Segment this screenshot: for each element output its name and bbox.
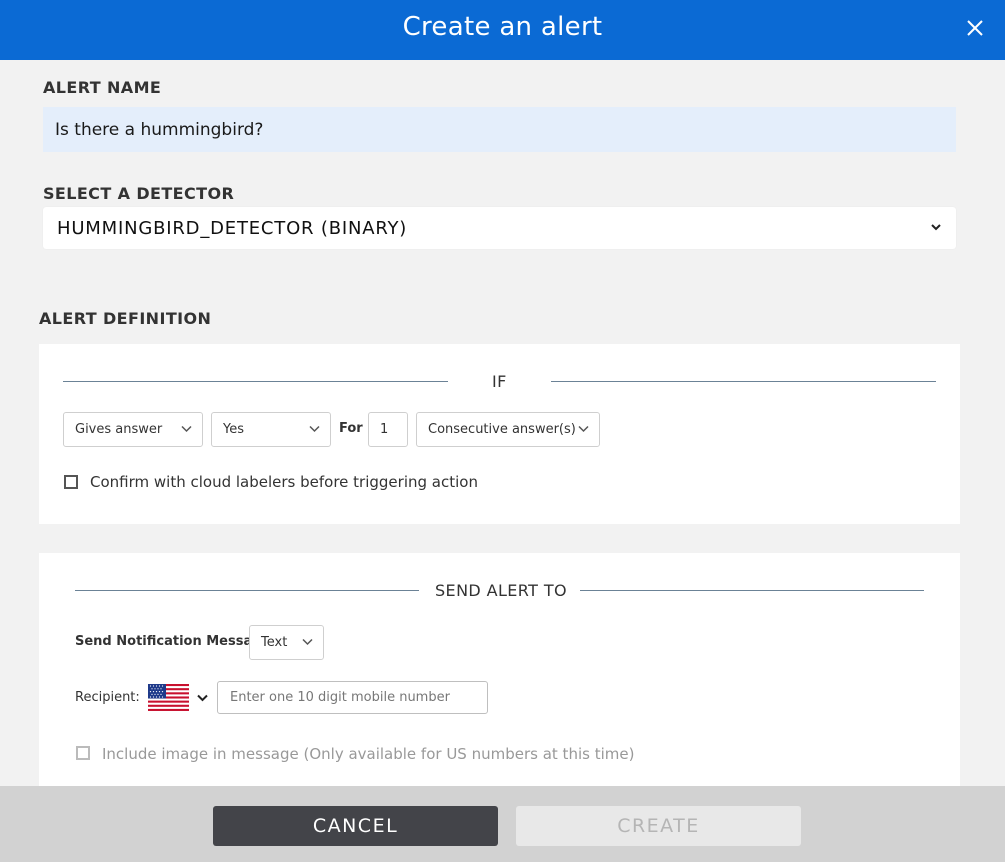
country-chevron-down-icon[interactable]	[197, 694, 208, 702]
alert-definition-label: ALERT DEFINITION	[39, 309, 212, 328]
mode-select[interactable]: Consecutive answer(s)	[416, 412, 600, 447]
cancel-button[interactable]: CANCEL	[213, 806, 498, 846]
answer-select[interactable]: Yes	[211, 412, 331, 447]
if-card: IF Gives answer Yes For Consecutive answ…	[39, 344, 960, 524]
confirm-labelers-label: Confirm with cloud labelers before trigg…	[90, 473, 478, 491]
notification-label: Send Notification Message	[75, 634, 271, 649]
recipient-label: Recipient:	[75, 690, 140, 705]
chevron-down-icon	[309, 425, 320, 433]
condition-select[interactable]: Gives answer	[63, 412, 203, 447]
if-heading: IF	[492, 372, 507, 391]
chevron-down-icon	[578, 425, 589, 433]
for-label: For	[339, 421, 363, 436]
notification-type-select[interactable]: Text	[249, 625, 324, 660]
alert-name-input[interactable]	[43, 107, 956, 152]
chevron-down-icon	[302, 638, 313, 646]
modal-header: Create an alert	[0, 0, 1005, 60]
modal-footer: CANCEL CREATE	[0, 786, 1005, 862]
confirm-labelers-checkbox[interactable]	[64, 475, 78, 489]
us-flag-icon[interactable]	[148, 684, 189, 711]
detector-select[interactable]: HUMMINGBIRD_DETECTOR (BINARY)	[43, 207, 956, 249]
detector-selected-value: HUMMINGBIRD_DETECTOR (BINARY)	[57, 218, 408, 239]
chevron-down-icon	[181, 425, 192, 433]
phone-number-input[interactable]	[217, 681, 488, 714]
alert-name-label: ALERT NAME	[43, 78, 162, 97]
send-alert-heading: SEND ALERT TO	[435, 581, 567, 600]
divider-line	[551, 381, 936, 382]
divider-line	[580, 590, 924, 591]
divider-line	[75, 590, 419, 591]
include-image-checkbox[interactable]	[76, 746, 90, 760]
count-input[interactable]	[368, 412, 408, 447]
create-button[interactable]: CREATE	[516, 806, 801, 846]
close-icon[interactable]	[964, 17, 986, 39]
modal-title: Create an alert	[402, 12, 603, 42]
send-alert-card: SEND ALERT TO Send Notification Message …	[39, 553, 960, 813]
divider-line	[63, 381, 448, 382]
include-image-label: Include image in message (Only available…	[102, 745, 635, 763]
chevron-down-icon	[931, 224, 941, 231]
detector-label: SELECT A DETECTOR	[43, 184, 235, 203]
